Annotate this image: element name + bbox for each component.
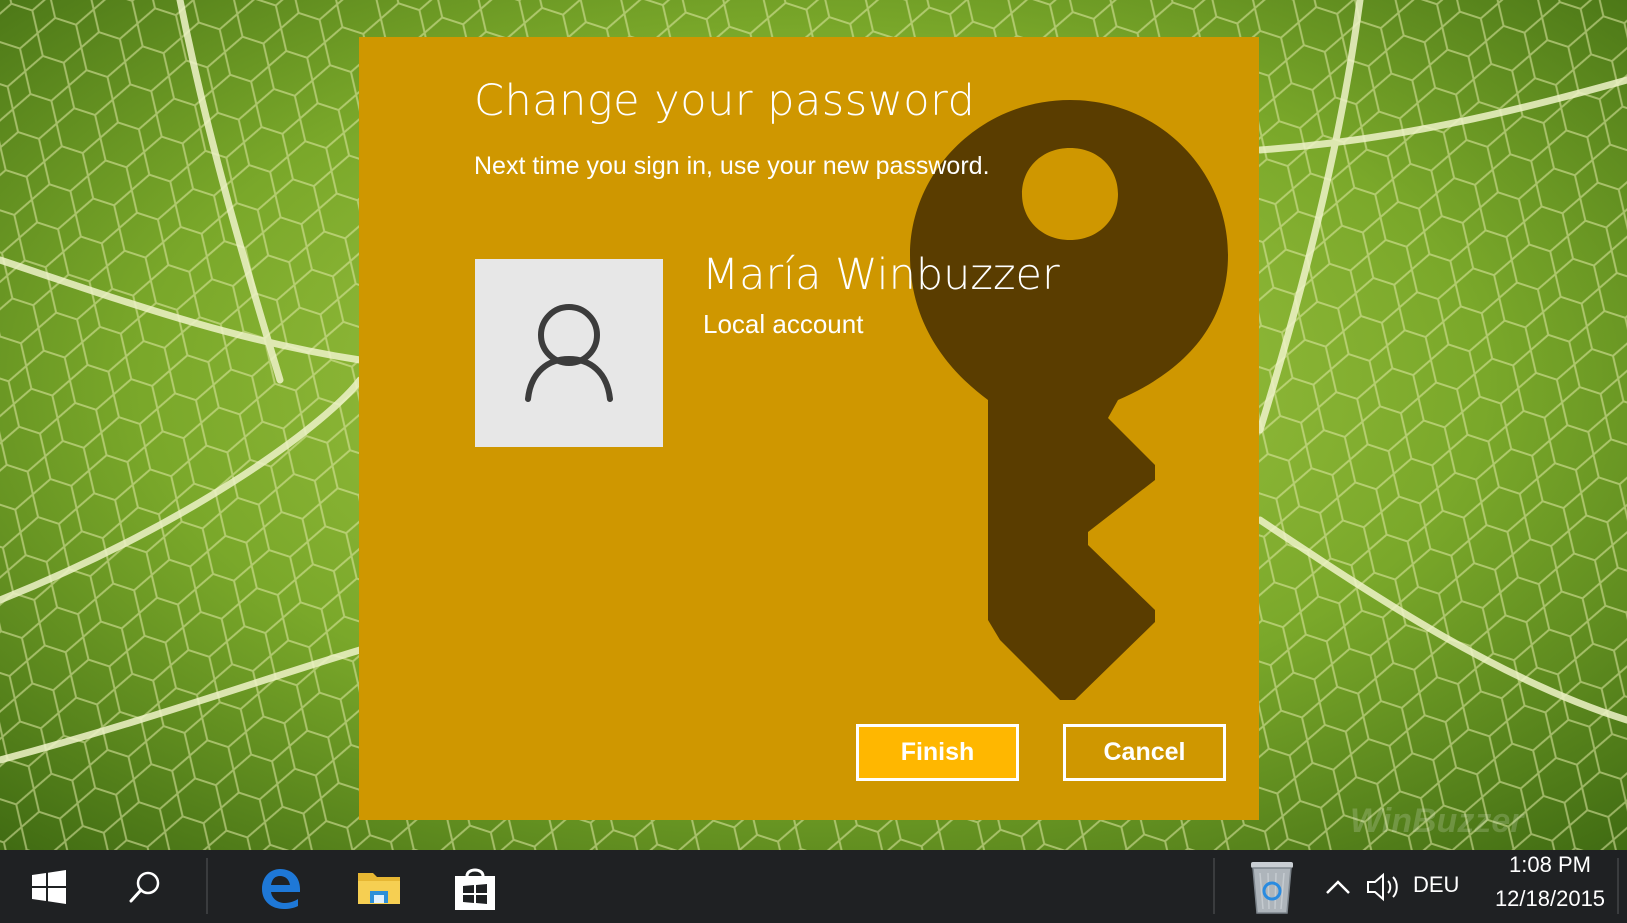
watermark: WinBuzzer (1350, 802, 1524, 840)
account-type: Local account (703, 309, 864, 339)
volume-button[interactable] (1362, 850, 1406, 923)
show-desktop-separator (1617, 858, 1619, 914)
edge-icon (262, 868, 300, 909)
cancel-button[interactable]: Cancel (1063, 724, 1226, 781)
chevron-up-icon (1326, 879, 1350, 894)
recycle-bin-icon (1251, 861, 1293, 914)
taskbar-separator (1213, 858, 1215, 914)
taskbar-separator (206, 858, 208, 914)
search-icon (129, 871, 160, 902)
file-explorer-button[interactable] (352, 850, 406, 923)
file-explorer-icon (358, 872, 400, 904)
finish-button[interactable]: Finish (856, 724, 1019, 781)
avatar (475, 259, 663, 447)
clock-date[interactable]: 12/18/2015 (1484, 886, 1616, 912)
clock-time[interactable]: 1:08 PM (1500, 852, 1600, 878)
start-icon (32, 869, 66, 904)
store-button[interactable] (448, 850, 502, 923)
recycle-bin-button[interactable] (1244, 850, 1300, 923)
user-name: María Winbuzzer (702, 250, 1060, 300)
user-icon (525, 304, 613, 402)
taskbar (0, 850, 1627, 923)
edge-button[interactable] (253, 850, 307, 923)
store-icon (455, 868, 495, 910)
show-hidden-icons-button[interactable] (1318, 850, 1358, 923)
search-button[interactable] (118, 850, 172, 923)
key-icon (910, 100, 1228, 700)
language-indicator[interactable]: DEU (1413, 872, 1459, 898)
start-button[interactable] (22, 850, 76, 923)
volume-icon (1367, 872, 1398, 901)
dialog-subtitle: Next time you sign in, use your new pass… (474, 152, 990, 180)
dialog-title: Change your password (474, 76, 976, 126)
